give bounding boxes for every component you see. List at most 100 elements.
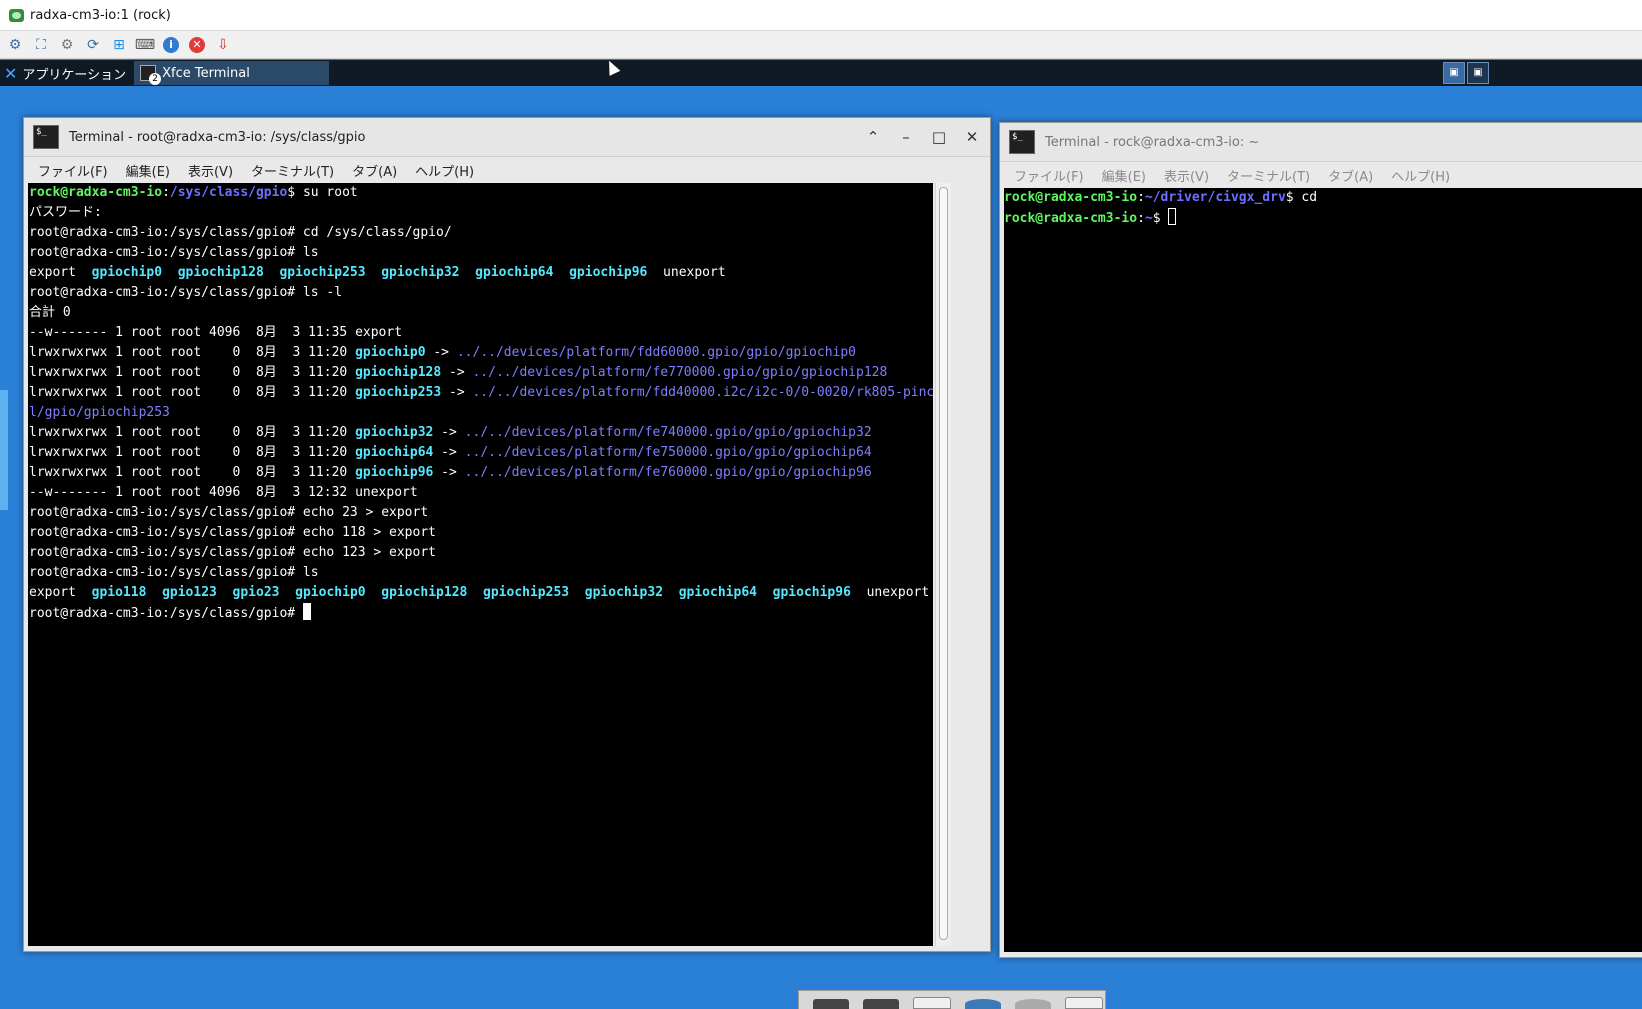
vnc-toolbar: ⚙ ⛶ ⚙ ⟳ ⊞ ⌨ i ✕ ⇩: [0, 31, 1642, 59]
menu-file[interactable]: ファイル(F): [38, 161, 108, 180]
close-button[interactable]: ✕: [960, 125, 984, 149]
taskbar-item-xfce-terminal[interactable]: 2 Xfce Terminal: [134, 61, 330, 85]
terminal-scrollbar[interactable]: [935, 183, 951, 946]
dock-folder-icon[interactable]: [1065, 997, 1103, 1009]
options-icon[interactable]: ⚙: [4, 34, 26, 56]
terminal-text: gpiochip0: [295, 585, 366, 600]
terminal-text: root@radxa-cm3-io:/sys/class/gpio# echo …: [29, 505, 429, 520]
menu-edit[interactable]: 編集(E): [126, 161, 170, 180]
fullscreen-icon[interactable]: ⛶: [30, 34, 52, 56]
terminal-window-root: $_ Terminal - root@radxa-cm3-io: /sys/cl…: [23, 117, 991, 952]
applications-menu-label: アプリケーション: [22, 67, 127, 83]
terminal-text: lrwxrwxrwx 1 root root 0 8月 3 11:20: [29, 445, 356, 460]
menu-file[interactable]: ファイル(F): [1014, 166, 1084, 185]
terminal-text: パスワード:: [29, 205, 102, 220]
terminal-text: ../../devices/platform/fe770000.gpio/gpi…: [472, 365, 888, 380]
workspace-2-button[interactable]: ▣: [1467, 62, 1489, 84]
vnc-viewer-icon: [9, 8, 24, 22]
terminal-line: l/gpio/gpiochip253: [29, 403, 933, 423]
keyboard-icon[interactable]: ⌨: [134, 34, 156, 56]
maximize-button[interactable]: □: [927, 125, 951, 149]
terminal-line: --w------- 1 root root 4096 8月 3 12:32 u…: [29, 483, 933, 503]
terminal-text: lrwxrwxrwx 1 root root 0 8月 3 11:20: [29, 385, 356, 400]
terminal-output[interactable]: rock@radxa-cm3-io:/sys/class/gpio$ su ro…: [28, 183, 933, 946]
terminal-line: lrwxrwxrwx 1 root root 0 8月 3 11:20 gpio…: [29, 423, 933, 443]
menu-tabs[interactable]: タブ(A): [1328, 166, 1373, 185]
terminal-text: gpiochip128: [381, 585, 468, 600]
terminal-line: --w------- 1 root root 4096 8月 3 11:35 e…: [29, 323, 933, 343]
terminal-text: gpiochip96: [569, 265, 648, 280]
terminal-text: root@radxa-cm3-io:/sys/class/gpio# echo …: [29, 545, 436, 560]
terminal-line: root@radxa-cm3-io:/sys/class/gpio# echo …: [29, 503, 933, 523]
terminal-text: ->: [441, 365, 473, 380]
terminal-menubar: ファイル(F) 編集(E) 表示(V) ターミナル(T) タブ(A) ヘルプ(H…: [1000, 162, 1642, 188]
menu-edit[interactable]: 編集(E): [1102, 166, 1146, 185]
terminal-text: root@radxa-cm3-io:/sys/class/gpio# cd /s…: [29, 225, 452, 240]
terminal-text: lrwxrwxrwx 1 root root 0 8月 3 11:20: [29, 465, 356, 480]
terminal-text: ../../devices/platform/fe740000.gpio/gpi…: [464, 425, 872, 440]
settings-icon[interactable]: ⚙: [56, 34, 78, 56]
terminal-text: unexport: [850, 585, 930, 600]
window-titlebar[interactable]: $_ Terminal - rock@radxa-cm3-io: ~: [1000, 123, 1642, 162]
dock-file-manager-icon[interactable]: [913, 997, 951, 1009]
desktop-background-decoration: [0, 390, 8, 510]
terminal-text: root@radxa-cm3-io:/sys/class/gpio# ls -l: [29, 285, 343, 300]
taskbar-item-label: Xfce Terminal: [162, 65, 250, 81]
minimize-button[interactable]: –: [894, 125, 918, 149]
terminal-text: ->: [433, 445, 465, 460]
menu-help[interactable]: ヘルプ(H): [1391, 166, 1450, 185]
terminal-icon: $_: [1009, 130, 1035, 154]
terminal-text: ~: [1144, 211, 1153, 226]
terminal-text: $: [1152, 211, 1169, 226]
terminal-output[interactable]: rock@radxa-cm3-io:~/driver/civgx_drv$ cd…: [1004, 188, 1642, 952]
terminal-line: root@radxa-cm3-io:/sys/class/gpio# ls -l: [29, 283, 933, 303]
terminal-text: gpiochip128: [177, 265, 264, 280]
menu-view[interactable]: 表示(V): [188, 161, 233, 180]
window-title: Terminal - root@radxa-cm3-io: /sys/class…: [69, 129, 366, 145]
terminal-text: /sys/class/gpio: [169, 185, 288, 200]
terminal-line: root@radxa-cm3-io:/sys/class/gpio# echo …: [29, 523, 933, 543]
window-count-badge: 2: [149, 73, 162, 85]
info-icon[interactable]: i: [160, 34, 182, 56]
terminal-text: ->: [433, 425, 465, 440]
terminal-text: rock@radxa-cm3-io: [29, 185, 163, 200]
terminal-line: root@radxa-cm3-io:/sys/class/gpio# ls: [29, 243, 933, 263]
terminal-text: :: [162, 185, 170, 200]
scrollbar-thumb[interactable]: [939, 187, 948, 940]
vnc-window-titlebar: radxa-cm3-io:1 (rock): [0, 0, 1642, 31]
terminal-text: gpiochip253: [355, 385, 442, 400]
terminal-text: gpiochip0: [91, 265, 163, 280]
terminal-icon: $_: [33, 125, 59, 149]
terminal-text: gpiochip64: [355, 445, 434, 460]
menu-terminal[interactable]: ターミナル(T): [1227, 166, 1310, 185]
terminal-text: gpiochip64: [475, 265, 554, 280]
menu-view[interactable]: 表示(V): [1164, 166, 1209, 185]
terminal-text: lrwxrwxrwx 1 root root 0 8月 3 11:20: [29, 425, 356, 440]
text-cursor: [1168, 208, 1177, 225]
windows-key-icon[interactable]: ⊞: [108, 34, 130, 56]
menu-help[interactable]: ヘルプ(H): [415, 161, 474, 180]
refresh-icon[interactable]: ⟳: [82, 34, 104, 56]
transfer-icon[interactable]: ⇩: [212, 34, 234, 56]
terminal-text: gpiochip253: [483, 585, 570, 600]
workspace-1-button[interactable]: ▣: [1443, 62, 1465, 84]
applications-menu-button[interactable]: ✕ アプリケーション: [0, 60, 132, 86]
terminal-line: rock@radxa-cm3-io:~/driver/civgx_drv$ cd: [1004, 188, 1642, 208]
menu-terminal[interactable]: ターミナル(T): [251, 161, 334, 180]
terminal-menubar: ファイル(F) 編集(E) 表示(V) ターミナル(T) タブ(A) ヘルプ(H…: [24, 157, 990, 183]
terminal-text: gpiochip32: [355, 425, 434, 440]
menu-tabs[interactable]: タブ(A): [352, 161, 397, 180]
window-titlebar[interactable]: $_ Terminal - root@radxa-cm3-io: /sys/cl…: [24, 118, 990, 157]
terminal-text: lrwxrwxrwx 1 root root 0 8月 3 11:20: [29, 365, 356, 380]
shade-window-button[interactable]: ⌃: [861, 125, 885, 149]
terminal-text: gpiochip32: [381, 265, 460, 280]
terminal-text: root@radxa-cm3-io:/sys/class/gpio# ls: [29, 245, 319, 260]
disconnect-icon[interactable]: ✕: [186, 34, 208, 56]
